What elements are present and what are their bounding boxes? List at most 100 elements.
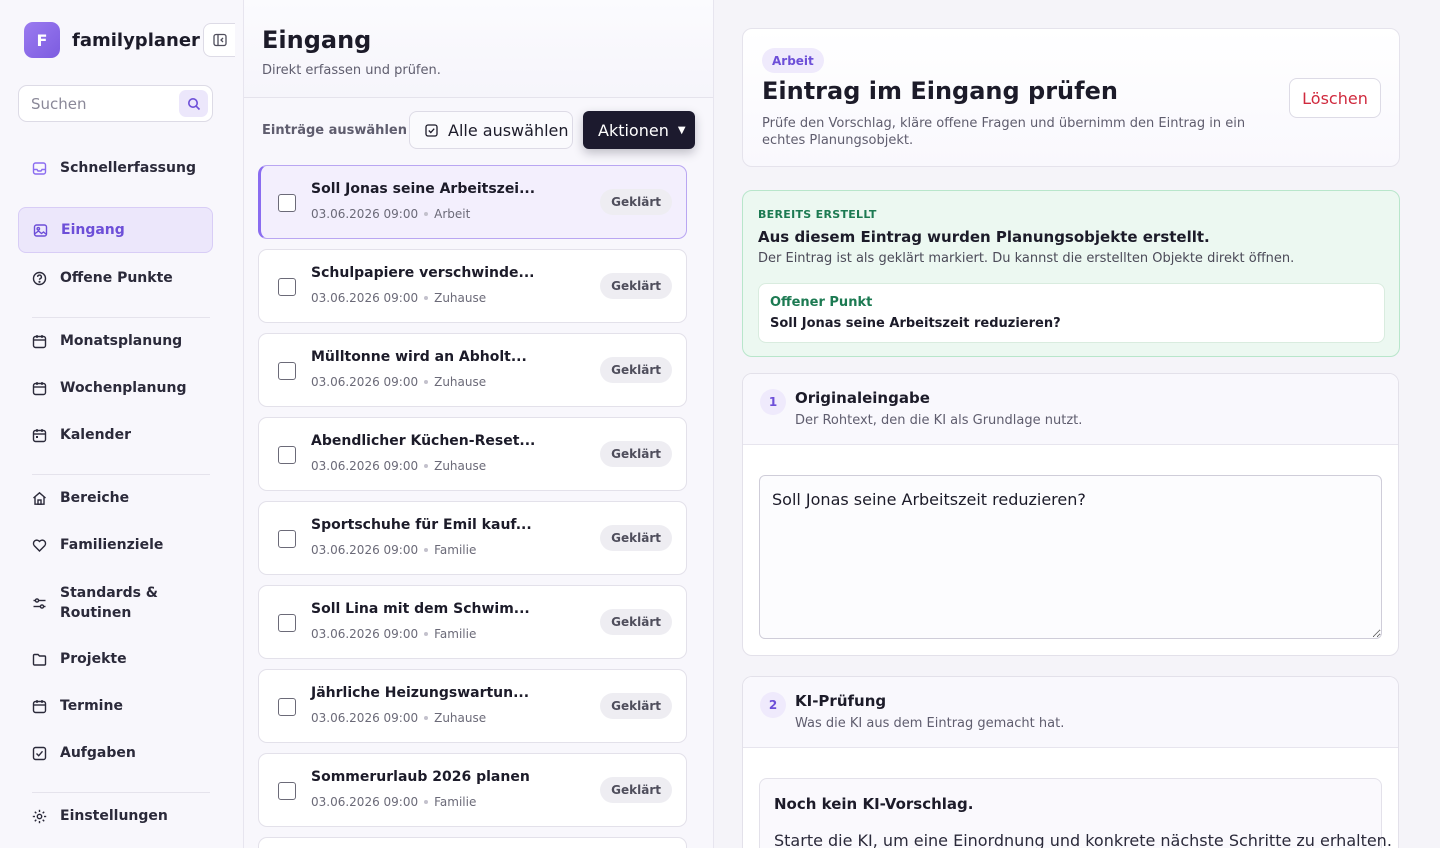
entry-meta: 03.06.2026 09:00 Arbeit bbox=[311, 207, 470, 221]
review-header-card: Arbeit Eintrag im Eingang prüfen Prüfe d… bbox=[742, 28, 1400, 167]
sidebar-item-monatsplanung[interactable]: Monatsplanung bbox=[18, 319, 213, 363]
sidebar-item-eingang[interactable]: Eingang bbox=[18, 207, 213, 253]
inbox-entry[interactable]: Sommerurlaub 2026 planen 03.06.2026 09:0… bbox=[258, 753, 687, 827]
inbox-entry[interactable]: Soll Jonas seine Arbeitszei... 03.06.202… bbox=[258, 165, 687, 239]
sidebar-divider bbox=[32, 792, 210, 793]
page-title: Eingang bbox=[262, 26, 372, 54]
step-title: KI-Prüfung bbox=[795, 692, 887, 710]
brand-name: familyplaner bbox=[72, 29, 200, 51]
heart-icon bbox=[31, 537, 47, 553]
sidebar-item-offene-punkte[interactable]: Offene Punkte bbox=[18, 256, 213, 300]
entry-checkbox[interactable] bbox=[278, 362, 296, 380]
sidebar-item-label: Kalender bbox=[60, 427, 131, 443]
entry-meta: 03.06.2026 09:00 Familie bbox=[311, 627, 476, 641]
delete-button[interactable]: Löschen bbox=[1289, 78, 1381, 118]
inbox-entry[interactable]: Mülltonne wird an Abholt... 03.06.2026 0… bbox=[258, 333, 687, 407]
search-input[interactable] bbox=[31, 94, 171, 113]
entry-title: Schulpapiere verschwinde... bbox=[311, 265, 535, 281]
entry-checkbox[interactable] bbox=[278, 446, 296, 464]
separator-dot bbox=[424, 211, 429, 216]
entry-date: 03.06.2026 09:00 bbox=[311, 711, 419, 725]
entry-date: 03.06.2026 09:00 bbox=[311, 543, 419, 557]
entry-date: 03.06.2026 09:00 bbox=[311, 795, 419, 809]
original-text-input[interactable]: Soll Jonas seine Arbeitszeit reduzieren? bbox=[759, 475, 1382, 639]
entry-checkbox[interactable] bbox=[278, 530, 296, 548]
inbox-entry[interactable]: Abendlicher Küchen-Reset... 03.06.2026 0… bbox=[258, 417, 687, 491]
entry-checkbox[interactable] bbox=[278, 614, 296, 632]
entry-meta: 03.06.2026 09:00 Familie bbox=[311, 795, 476, 809]
entry-category: Zuhause bbox=[434, 459, 487, 473]
sidebar-item-einstellungen[interactable]: Einstellungen bbox=[18, 794, 213, 838]
status-badge: Geklärt bbox=[600, 525, 672, 551]
check-square-icon bbox=[425, 123, 438, 137]
sidebar-item-projekte[interactable]: Projekte bbox=[18, 637, 213, 681]
brand-logo: F bbox=[24, 22, 60, 58]
status-badge: Geklärt bbox=[600, 693, 672, 719]
sidebar-item-label: Bereiche bbox=[60, 490, 130, 506]
check-square-icon bbox=[31, 745, 47, 761]
inbox-entry[interactable]: Sportschuhe für Emil kauf... 03.06.2026 … bbox=[258, 501, 687, 575]
ai-empty-title: Noch kein KI-Vorschlag. bbox=[774, 795, 974, 813]
actions-dropdown-button[interactable]: Aktionen ▼ bbox=[583, 111, 695, 149]
folder-icon bbox=[31, 651, 47, 667]
entry-category: Familie bbox=[434, 627, 477, 641]
created-object-link[interactable]: Offener Punkt Soll Jonas seine Arbeitsze… bbox=[758, 283, 1385, 343]
entry-checkbox[interactable] bbox=[278, 194, 296, 212]
sidebar-item-familienziele[interactable]: Familienziele bbox=[18, 523, 213, 567]
sidebar-collapse-icon bbox=[212, 33, 227, 47]
inbox-entry[interactable]: Schulpapiere verschwinde... 03.06.2026 0… bbox=[258, 249, 687, 323]
separator-dot bbox=[424, 295, 429, 300]
home-icon bbox=[31, 490, 47, 506]
search-icon bbox=[187, 97, 200, 110]
sidebar-item-kalender[interactable]: Kalender bbox=[18, 413, 213, 457]
entry-meta: 03.06.2026 09:00 Zuhause bbox=[311, 375, 486, 389]
calendar-icon bbox=[31, 698, 47, 714]
sliders-icon bbox=[31, 595, 47, 611]
entry-title: Soll Lina mit dem Schwim... bbox=[311, 601, 530, 617]
calendar-icon bbox=[31, 427, 47, 443]
sidebar-item-termine[interactable]: Termine bbox=[18, 684, 213, 728]
inbox-entry-partial[interactable] bbox=[258, 837, 687, 848]
sidebar-item-schnellerfassung[interactable]: Schnellerfassung bbox=[18, 146, 213, 190]
entry-date: 03.06.2026 09:00 bbox=[311, 627, 419, 641]
search-box bbox=[18, 85, 213, 122]
sidebar-item-wochenplanung[interactable]: Wochenplanung bbox=[18, 366, 213, 410]
category-tag: Arbeit bbox=[762, 48, 824, 73]
detail-description: Prüfe den Vorschlag, kläre offene Fragen… bbox=[762, 116, 1246, 148]
inbox-entry[interactable]: Soll Lina mit dem Schwim... 03.06.2026 0… bbox=[258, 585, 687, 659]
inbox-panel: Eingang Direkt erfassen und prüfen. Eint… bbox=[244, 0, 714, 848]
entry-title: Soll Jonas seine Arbeitszei... bbox=[311, 181, 536, 197]
collapse-sidebar-button[interactable] bbox=[203, 23, 235, 57]
sidebar-item-label: Projekte bbox=[60, 651, 127, 667]
original-input-card: 1 Originaleingabe Der Rohtext, den die K… bbox=[742, 373, 1399, 656]
brand[interactable]: F familyplaner bbox=[24, 22, 200, 58]
inbox-entry[interactable]: Jährliche Heizungswartun... 03.06.2026 0… bbox=[258, 669, 687, 743]
search-button[interactable] bbox=[179, 90, 208, 117]
sidebar-item-label: Aufgaben bbox=[60, 745, 136, 761]
ai-empty-description: Starte die KI, um eine Einordnung und ko… bbox=[774, 831, 1392, 848]
entry-checkbox[interactable] bbox=[278, 698, 296, 716]
entry-meta: 03.06.2026 09:00 Zuhause bbox=[311, 291, 486, 305]
step-subtitle: Der Rohtext, den die KI als Grundlage nu… bbox=[795, 413, 1083, 428]
inbox-header: Eingang Direkt erfassen und prüfen. bbox=[244, 0, 713, 98]
detail-title: Eintrag im Eingang prüfen bbox=[762, 77, 1118, 105]
sidebar-item-bereiche[interactable]: Bereiche bbox=[18, 476, 213, 520]
sidebar-item-standards-routinen[interactable]: Standards & Routinen bbox=[18, 577, 213, 629]
separator-dot bbox=[424, 715, 429, 720]
sidebar-item-aufgaben[interactable]: Aufgaben bbox=[18, 731, 213, 775]
sidebar-item-label: Termine bbox=[60, 698, 123, 714]
gear-icon bbox=[31, 808, 47, 824]
sidebar-item-label: Standards & Routinen bbox=[60, 585, 158, 621]
entry-checkbox[interactable] bbox=[278, 278, 296, 296]
entry-checkbox[interactable] bbox=[278, 782, 296, 800]
sidebar-item-label: Offene Punkte bbox=[60, 270, 173, 286]
entry-category: Zuhause bbox=[434, 291, 487, 305]
caret-down-icon: ▼ bbox=[677, 124, 686, 136]
entry-category: Familie bbox=[434, 543, 477, 557]
created-object-title: Soll Jonas seine Arbeitszeit reduzieren? bbox=[770, 316, 1061, 331]
select-all-label: Alle auswählen bbox=[448, 120, 569, 140]
select-all-button[interactable]: Alle auswählen bbox=[409, 111, 573, 149]
separator-dot bbox=[424, 799, 429, 804]
status-badge: Geklärt bbox=[600, 441, 672, 467]
entry-meta: 03.06.2026 09:00 Familie bbox=[311, 543, 476, 557]
